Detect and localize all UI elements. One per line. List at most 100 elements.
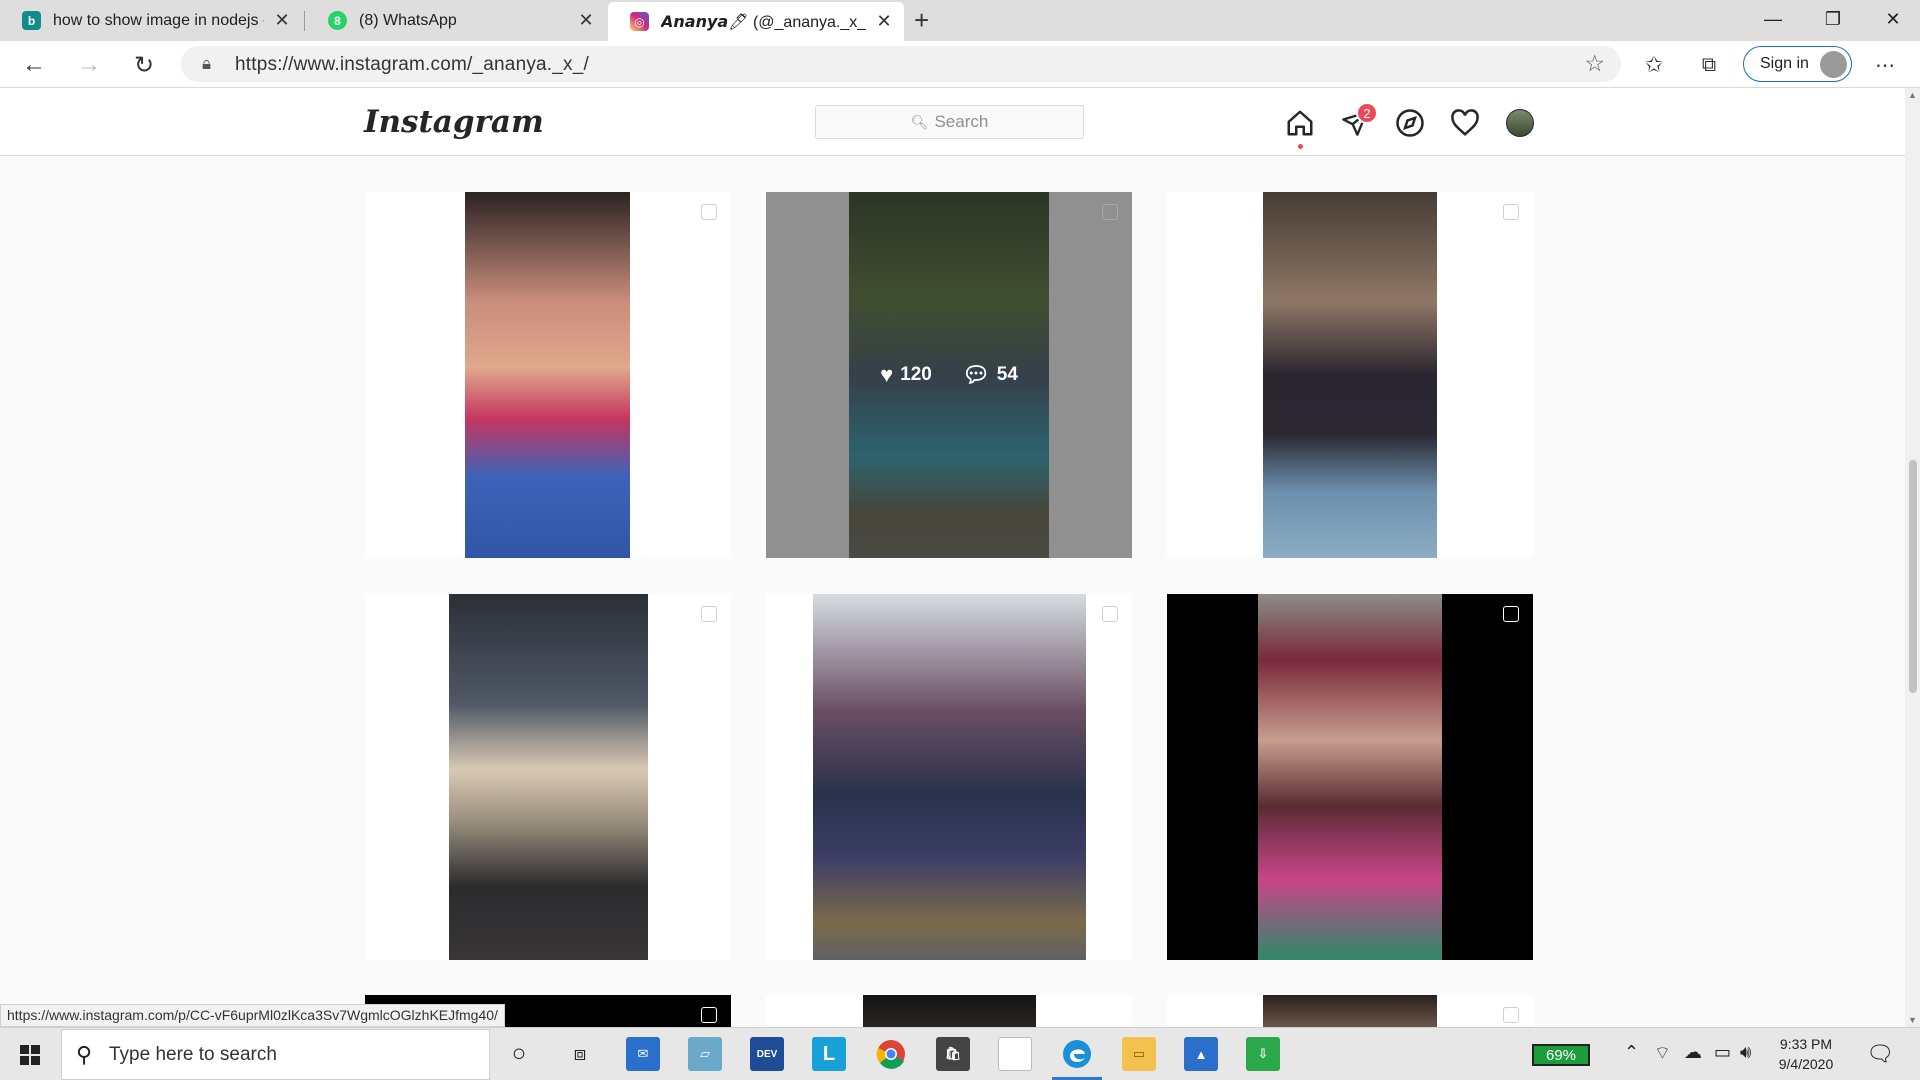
scroll-thumb[interactable] bbox=[1909, 460, 1917, 693]
instagram-logo[interactable]: Instagram bbox=[364, 104, 544, 140]
downloader-icon[interactable]: ⇩ bbox=[1246, 1037, 1280, 1071]
comment-icon: 💬︎ bbox=[961, 362, 990, 387]
close-tab-icon[interactable]: ✕ bbox=[874, 11, 894, 32]
search-icon: ⚲ bbox=[76, 1042, 93, 1067]
post-image bbox=[449, 594, 648, 960]
windows-taskbar: ⚲ Type here to search ○ ⧈ ✉ ▱ DEV L 🛍︎ ▭… bbox=[0, 1027, 1920, 1080]
battery-percentage[interactable]: 69% bbox=[1532, 1044, 1590, 1066]
taskbar-search-placeholder: Type here to search bbox=[109, 1043, 277, 1065]
post-tile[interactable] bbox=[766, 995, 1132, 1027]
likes-stat: ♥ 120 bbox=[880, 362, 932, 388]
sign-in-button[interactable]: Sign in bbox=[1743, 46, 1852, 82]
instagram-header: Instagram 🔍︎ Search bbox=[0, 88, 1905, 156]
carousel-icon bbox=[1102, 606, 1118, 622]
tab-instagram[interactable]: ◎ 𝘼𝙣𝙖𝙣𝙮𝙖🖊 (@_ananya._x_) • In ✕ bbox=[608, 2, 904, 41]
search-icon: 🔍︎ bbox=[910, 113, 929, 130]
network-icon[interactable]: ⌔ bbox=[1654, 1042, 1671, 1065]
carousel-icon bbox=[701, 606, 717, 622]
restore-button[interactable]: ❐ bbox=[1803, 0, 1863, 38]
carousel-icon bbox=[1102, 204, 1118, 220]
likes-count: 120 bbox=[900, 364, 932, 385]
battery-icon[interactable]: ▭ bbox=[1714, 1042, 1731, 1063]
carousel-icon bbox=[1503, 606, 1519, 622]
post-image bbox=[465, 192, 630, 558]
scroll-down-arrow[interactable]: ▼ bbox=[1908, 1015, 1917, 1025]
whatsapp-icon: 8 bbox=[328, 11, 347, 30]
start-button[interactable] bbox=[0, 1028, 60, 1080]
dm-notification-badge: 2 bbox=[1356, 102, 1378, 124]
tab-title: how to show image in nodejs - B bbox=[53, 11, 264, 29]
comments-stat: 💬︎ 54 bbox=[962, 362, 1018, 388]
page-scrollbar[interactable]: ▲ ▼ bbox=[1905, 88, 1920, 1027]
mail-icon[interactable]: ✉ bbox=[626, 1037, 660, 1071]
tab-bing[interactable]: b how to show image in nodejs - B ✕ bbox=[0, 2, 302, 39]
minimize-button[interactable]: — bbox=[1743, 0, 1803, 38]
profile-avatar bbox=[1820, 51, 1847, 78]
url-text: https://www.instagram.com/_ananya._x_/ bbox=[235, 54, 589, 75]
favorites-icon[interactable]: ✩ bbox=[1637, 49, 1671, 81]
lync-icon[interactable]: L bbox=[812, 1037, 846, 1071]
more-menu-icon[interactable]: ⋯ bbox=[1868, 49, 1902, 81]
post-tile[interactable] bbox=[1167, 594, 1533, 960]
explore-compass-icon[interactable] bbox=[1393, 106, 1427, 140]
clock-date: 9/4/2020 bbox=[1778, 1056, 1834, 1072]
search-placeholder: Search bbox=[934, 112, 989, 131]
post-tile[interactable] bbox=[1167, 995, 1533, 1027]
new-tab-button[interactable]: + bbox=[914, 6, 929, 34]
devcpp-icon[interactable]: DEV bbox=[750, 1037, 784, 1071]
cortana-icon[interactable]: ○ bbox=[502, 1037, 536, 1071]
activity-heart-icon[interactable] bbox=[1448, 106, 1482, 140]
post-image bbox=[813, 594, 1086, 960]
action-center-icon[interactable]: 🗨︎ bbox=[1866, 1041, 1894, 1067]
sign-in-label: Sign in bbox=[1760, 55, 1809, 72]
post-image bbox=[1263, 995, 1437, 1027]
close-tab-icon[interactable]: ✕ bbox=[272, 10, 292, 31]
comments-count: 54 bbox=[996, 364, 1018, 385]
task-view-icon[interactable]: ⧈ bbox=[563, 1037, 597, 1071]
close-window-button[interactable]: ✕ bbox=[1863, 0, 1920, 38]
tab-title: 𝘼𝙣𝙖𝙣𝙮𝙖🖊 (@_ananya._x_) • In bbox=[661, 13, 866, 31]
edge-icon[interactable] bbox=[1052, 1037, 1102, 1080]
tab-whatsapp[interactable]: 8 (8) WhatsApp ✕ bbox=[306, 2, 606, 39]
store-icon[interactable]: 🛍︎ bbox=[936, 1037, 970, 1071]
scroll-up-arrow[interactable]: ▲ bbox=[1908, 90, 1917, 100]
lock-icon[interactable]: 🔒︎ bbox=[202, 54, 211, 74]
profile-avatar-icon[interactable] bbox=[1503, 106, 1537, 140]
instagram-icon: ◎ bbox=[630, 12, 649, 31]
post-tile[interactable] bbox=[365, 192, 731, 558]
link-status-bubble: https://www.instagram.com/p/CC-vF6uprMl0… bbox=[0, 1004, 505, 1027]
heart-icon: ♥ bbox=[880, 362, 894, 387]
app-icon[interactable]: ▱ bbox=[688, 1037, 722, 1071]
volume-icon[interactable]: 🔊︎ bbox=[1740, 1042, 1751, 1063]
post-tile[interactable] bbox=[766, 594, 1132, 960]
post-hover-overlay: ♥ 120 💬︎ 54 bbox=[766, 192, 1132, 558]
carousel-icon bbox=[701, 204, 717, 220]
refresh-button[interactable]: ↻ bbox=[127, 49, 161, 81]
show-hidden-icons[interactable]: ⌃ bbox=[1624, 1042, 1639, 1063]
home-icon[interactable] bbox=[1283, 106, 1317, 140]
photos-icon[interactable]: ▲ bbox=[1184, 1037, 1218, 1071]
notepad-icon[interactable] bbox=[998, 1037, 1032, 1071]
carousel-icon bbox=[1503, 204, 1519, 220]
post-tile[interactable] bbox=[1167, 192, 1533, 558]
system-clock[interactable]: 9:33 PM 9/4/2020 bbox=[1760, 1034, 1852, 1074]
chrome-icon[interactable] bbox=[874, 1037, 908, 1071]
file-explorer-icon[interactable]: ▭ bbox=[1122, 1037, 1156, 1071]
tab-title: (8) WhatsApp bbox=[359, 11, 457, 29]
url-field[interactable]: 🔒︎ https://www.instagram.com/_ananya._x_… bbox=[181, 46, 1621, 82]
bing-icon: b bbox=[22, 11, 41, 30]
tab-strip: b how to show image in nodejs - B ✕ 8 (8… bbox=[0, 0, 1920, 41]
onedrive-icon[interactable]: ☁ bbox=[1684, 1042, 1702, 1063]
back-button[interactable]: ← bbox=[17, 49, 51, 81]
collections-icon[interactable]: ⧉ bbox=[1692, 49, 1726, 81]
search-input[interactable]: 🔍︎ Search bbox=[815, 105, 1084, 139]
post-tile[interactable] bbox=[365, 594, 731, 960]
home-active-dot bbox=[1298, 144, 1303, 149]
forward-button[interactable]: → bbox=[72, 49, 106, 81]
favorite-star-icon[interactable]: ☆ bbox=[1584, 50, 1605, 77]
post-tile[interactable]: ♥ 120 💬︎ 54 bbox=[766, 192, 1132, 558]
close-tab-icon[interactable]: ✕ bbox=[576, 10, 596, 31]
carousel-icon bbox=[1503, 1007, 1519, 1023]
clock-time: 9:33 PM bbox=[1779, 1036, 1833, 1052]
taskbar-search-box[interactable]: ⚲ Type here to search bbox=[61, 1029, 490, 1080]
